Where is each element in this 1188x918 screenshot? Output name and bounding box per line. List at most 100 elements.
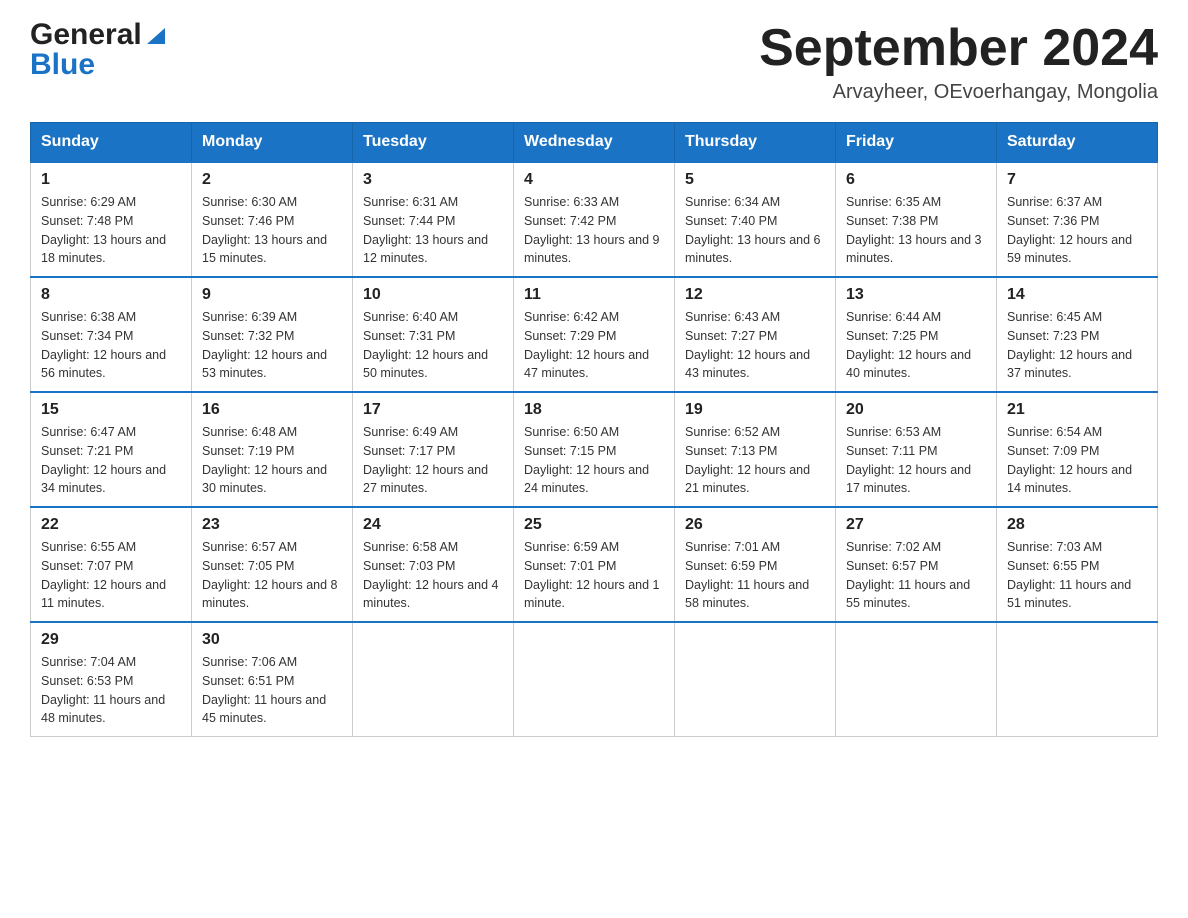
calendar-table: SundayMondayTuesdayWednesdayThursdayFrid… bbox=[30, 122, 1158, 737]
day-number: 17 bbox=[363, 401, 503, 419]
day-cell-17: 17 Sunrise: 6:49 AMSunset: 7:17 PMDayligh… bbox=[353, 392, 514, 507]
day-cell-11: 11 Sunrise: 6:42 AMSunset: 7:29 PMDayligh… bbox=[514, 277, 675, 392]
day-number: 24 bbox=[363, 516, 503, 534]
day-cell-10: 10 Sunrise: 6:40 AMSunset: 7:31 PMDayligh… bbox=[353, 277, 514, 392]
day-info: Sunrise: 6:49 AMSunset: 7:17 PMDaylight:… bbox=[363, 423, 503, 498]
column-header-tuesday: Tuesday bbox=[353, 123, 514, 163]
logo: General Blue bbox=[30, 20, 167, 80]
day-info: Sunrise: 6:58 AMSunset: 7:03 PMDaylight:… bbox=[363, 538, 503, 613]
empty-cell bbox=[353, 622, 514, 737]
week-row-4: 22 Sunrise: 6:55 AMSunset: 7:07 PMDayligh… bbox=[31, 507, 1158, 622]
day-info: Sunrise: 6:52 AMSunset: 7:13 PMDaylight:… bbox=[685, 423, 825, 498]
day-number: 26 bbox=[685, 516, 825, 534]
empty-cell bbox=[675, 622, 836, 737]
day-number: 19 bbox=[685, 401, 825, 419]
day-number: 25 bbox=[524, 516, 664, 534]
day-cell-30: 30Sunrise: 7:06 AMSunset: 6:51 PMDayligh… bbox=[192, 622, 353, 737]
day-cell-1: 1Sunrise: 6:29 AMSunset: 7:48 PMDaylight… bbox=[31, 162, 192, 277]
column-header-monday: Monday bbox=[192, 123, 353, 163]
column-header-wednesday: Wednesday bbox=[514, 123, 675, 163]
day-number: 29 bbox=[41, 631, 181, 649]
day-info: Sunrise: 6:31 AMSunset: 7:44 PMDaylight:… bbox=[363, 193, 503, 268]
day-cell-23: 23 Sunrise: 6:57 AMSunset: 7:05 PMDayligh… bbox=[192, 507, 353, 622]
calendar-title: September 2024 bbox=[759, 20, 1158, 77]
day-info: Sunrise: 6:33 AMSunset: 7:42 PMDaylight:… bbox=[524, 193, 664, 268]
day-cell-16: 16 Sunrise: 6:48 AMSunset: 7:19 PMDayligh… bbox=[192, 392, 353, 507]
day-info: Sunrise: 6:30 AMSunset: 7:46 PMDaylight:… bbox=[202, 193, 342, 268]
column-header-saturday: Saturday bbox=[997, 123, 1158, 163]
day-cell-3: 3 Sunrise: 6:31 AMSunset: 7:44 PMDaylight… bbox=[353, 162, 514, 277]
week-row-1: 1Sunrise: 6:29 AMSunset: 7:48 PMDaylight… bbox=[31, 162, 1158, 277]
day-cell-22: 22 Sunrise: 6:55 AMSunset: 7:07 PMDayligh… bbox=[31, 507, 192, 622]
day-number: 10 bbox=[363, 286, 503, 304]
logo-blue-text: Blue bbox=[30, 50, 95, 80]
day-cell-21: 21 Sunrise: 6:54 AMSunset: 7:09 PMDayligh… bbox=[997, 392, 1158, 507]
day-number: 27 bbox=[846, 516, 986, 534]
column-header-thursday: Thursday bbox=[675, 123, 836, 163]
day-number: 13 bbox=[846, 286, 986, 304]
day-cell-24: 24 Sunrise: 6:58 AMSunset: 7:03 PMDayligh… bbox=[353, 507, 514, 622]
day-cell-19: 19 Sunrise: 6:52 AMSunset: 7:13 PMDayligh… bbox=[675, 392, 836, 507]
day-info: Sunrise: 7:01 AMSunset: 6:59 PMDaylight:… bbox=[685, 538, 825, 613]
day-cell-20: 20Sunrise: 6:53 AMSunset: 7:11 PMDayligh… bbox=[836, 392, 997, 507]
day-number: 9 bbox=[202, 286, 342, 304]
location-subtitle: Arvayheer, OEvoerhangay, Mongolia bbox=[759, 81, 1158, 104]
day-number: 3 bbox=[363, 171, 503, 189]
day-cell-15: 15Sunrise: 6:47 AMSunset: 7:21 PMDayligh… bbox=[31, 392, 192, 507]
day-number: 14 bbox=[1007, 286, 1147, 304]
day-info: Sunrise: 6:54 AMSunset: 7:09 PMDaylight:… bbox=[1007, 423, 1147, 498]
day-number: 28 bbox=[1007, 516, 1147, 534]
day-cell-27: 27 Sunrise: 7:02 AMSunset: 6:57 PMDayligh… bbox=[836, 507, 997, 622]
day-number: 4 bbox=[524, 171, 664, 189]
day-cell-26: 26 Sunrise: 7:01 AMSunset: 6:59 PMDayligh… bbox=[675, 507, 836, 622]
logo-general-text: General bbox=[30, 20, 142, 50]
day-info: Sunrise: 6:40 AMSunset: 7:31 PMDaylight:… bbox=[363, 308, 503, 383]
day-cell-4: 4 Sunrise: 6:33 AMSunset: 7:42 PMDaylight… bbox=[514, 162, 675, 277]
day-cell-18: 18 Sunrise: 6:50 AMSunset: 7:15 PMDayligh… bbox=[514, 392, 675, 507]
day-cell-9: 9 Sunrise: 6:39 AMSunset: 7:32 PMDaylight… bbox=[192, 277, 353, 392]
day-info: Sunrise: 7:03 AMSunset: 6:55 PMDaylight:… bbox=[1007, 538, 1147, 613]
day-info: Sunrise: 6:50 AMSunset: 7:15 PMDaylight:… bbox=[524, 423, 664, 498]
day-cell-7: 7 Sunrise: 6:37 AMSunset: 7:36 PMDaylight… bbox=[997, 162, 1158, 277]
day-info: Sunrise: 6:35 AMSunset: 7:38 PMDaylight:… bbox=[846, 193, 986, 268]
day-number: 1 bbox=[41, 171, 181, 189]
day-info: Sunrise: 6:48 AMSunset: 7:19 PMDaylight:… bbox=[202, 423, 342, 498]
day-info: Sunrise: 6:37 AMSunset: 7:36 PMDaylight:… bbox=[1007, 193, 1147, 268]
day-number: 18 bbox=[524, 401, 664, 419]
day-info: Sunrise: 6:42 AMSunset: 7:29 PMDaylight:… bbox=[524, 308, 664, 383]
day-info: Sunrise: 6:59 AMSunset: 7:01 PMDaylight:… bbox=[524, 538, 664, 613]
day-number: 15 bbox=[41, 401, 181, 419]
day-info: Sunrise: 7:02 AMSunset: 6:57 PMDaylight:… bbox=[846, 538, 986, 613]
day-cell-12: 12Sunrise: 6:43 AMSunset: 7:27 PMDayligh… bbox=[675, 277, 836, 392]
day-number: 20 bbox=[846, 401, 986, 419]
week-row-3: 15Sunrise: 6:47 AMSunset: 7:21 PMDayligh… bbox=[31, 392, 1158, 507]
empty-cell bbox=[836, 622, 997, 737]
day-number: 16 bbox=[202, 401, 342, 419]
day-cell-14: 14 Sunrise: 6:45 AMSunset: 7:23 PMDayligh… bbox=[997, 277, 1158, 392]
day-cell-2: 2 Sunrise: 6:30 AMSunset: 7:46 PMDaylight… bbox=[192, 162, 353, 277]
column-header-friday: Friday bbox=[836, 123, 997, 163]
day-info: Sunrise: 6:45 AMSunset: 7:23 PMDaylight:… bbox=[1007, 308, 1147, 383]
header-row: SundayMondayTuesdayWednesdayThursdayFrid… bbox=[31, 123, 1158, 163]
day-number: 23 bbox=[202, 516, 342, 534]
week-row-5: 29 Sunrise: 7:04 AMSunset: 6:53 PMDayligh… bbox=[31, 622, 1158, 737]
day-cell-5: 5Sunrise: 6:34 AMSunset: 7:40 PMDaylight… bbox=[675, 162, 836, 277]
day-number: 21 bbox=[1007, 401, 1147, 419]
empty-cell bbox=[514, 622, 675, 737]
day-cell-8: 8Sunrise: 6:38 AMSunset: 7:34 PMDaylight… bbox=[31, 277, 192, 392]
day-info: Sunrise: 7:04 AMSunset: 6:53 PMDaylight:… bbox=[41, 653, 181, 728]
title-block: September 2024 Arvayheer, OEvoerhangay, … bbox=[759, 20, 1158, 104]
week-row-2: 8Sunrise: 6:38 AMSunset: 7:34 PMDaylight… bbox=[31, 277, 1158, 392]
day-info: Sunrise: 6:57 AMSunset: 7:05 PMDaylight:… bbox=[202, 538, 342, 613]
day-number: 6 bbox=[846, 171, 986, 189]
logo-arrow-icon bbox=[145, 24, 167, 46]
day-number: 2 bbox=[202, 171, 342, 189]
day-info: Sunrise: 6:55 AMSunset: 7:07 PMDaylight:… bbox=[41, 538, 181, 613]
day-cell-13: 13Sunrise: 6:44 AMSunset: 7:25 PMDayligh… bbox=[836, 277, 997, 392]
day-info: Sunrise: 6:39 AMSunset: 7:32 PMDaylight:… bbox=[202, 308, 342, 383]
day-number: 11 bbox=[524, 286, 664, 304]
day-number: 22 bbox=[41, 516, 181, 534]
day-number: 7 bbox=[1007, 171, 1147, 189]
day-cell-6: 6 Sunrise: 6:35 AMSunset: 7:38 PMDaylight… bbox=[836, 162, 997, 277]
day-info: Sunrise: 6:43 AMSunset: 7:27 PMDaylight:… bbox=[685, 308, 825, 383]
